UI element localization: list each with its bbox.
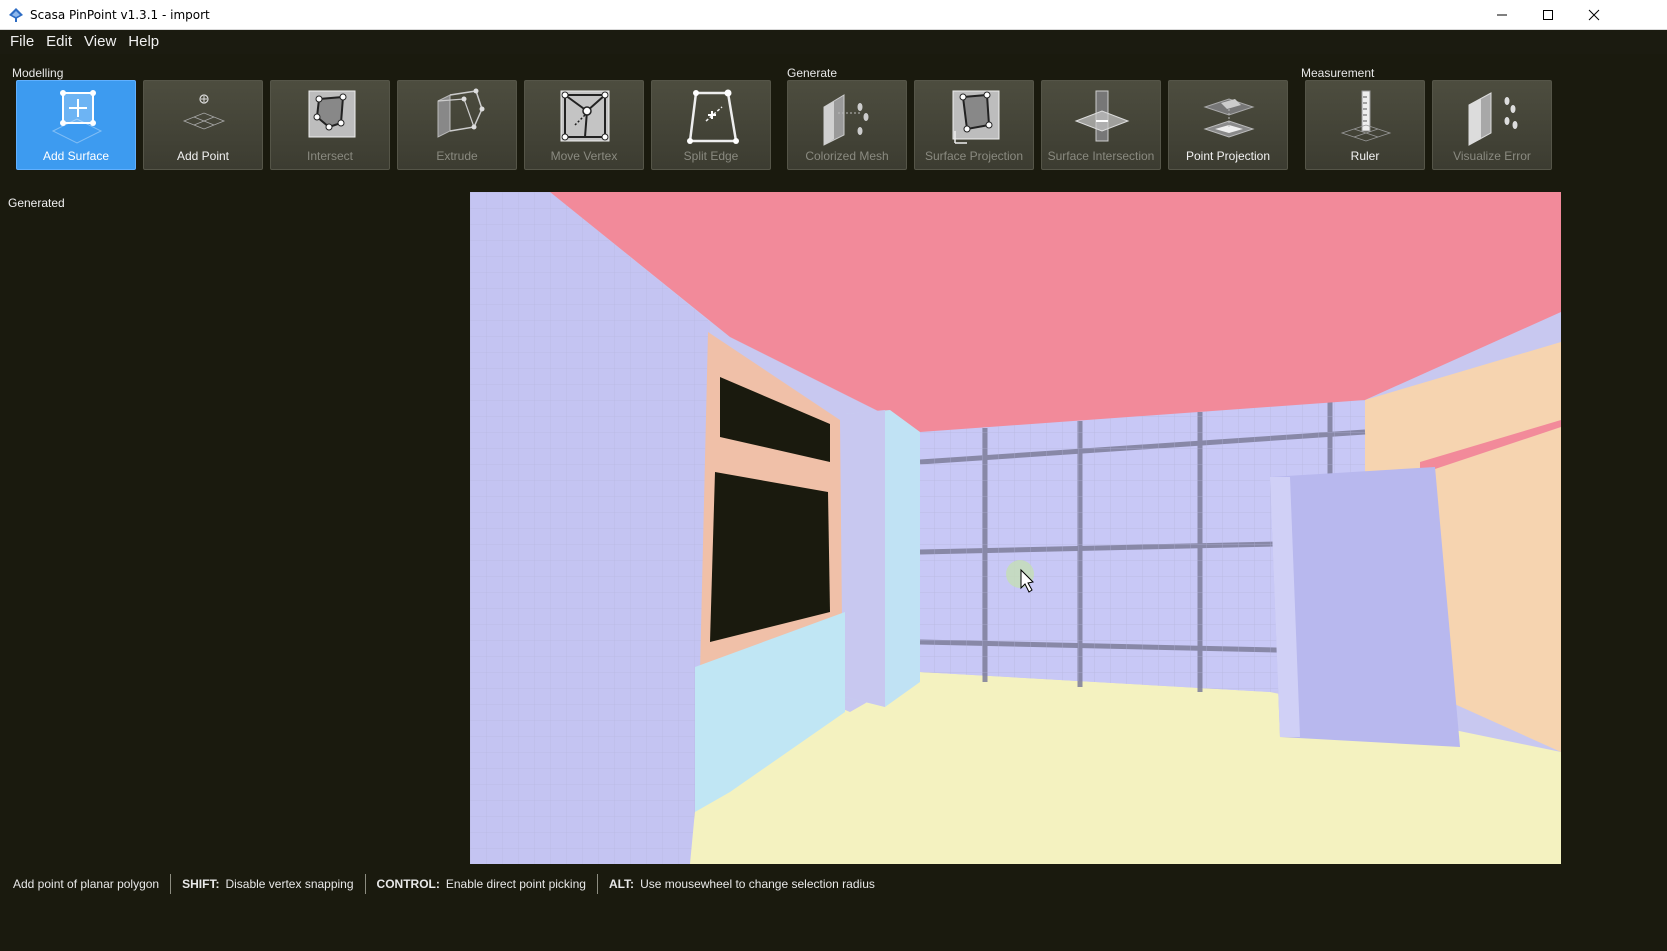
room-scan-render (470, 192, 1561, 864)
generated-panel: Generated (0, 192, 470, 864)
title-bar: Scasa PinPoint v1.3.1 - import (0, 0, 1667, 30)
status-hint: Add point of planar polygon (13, 877, 160, 891)
surface-projection-button[interactable]: Surface Projection (914, 80, 1034, 170)
extrude-button[interactable]: Extrude (397, 80, 517, 170)
colorized-mesh-icon (823, 94, 869, 146)
window-glass-lower (710, 472, 830, 642)
surface-projection-icon (952, 90, 1000, 144)
visualize-error-icon (1468, 92, 1518, 146)
selection-radius-indicator (1006, 560, 1034, 588)
status-shift-text: Disable vertex snapping (225, 877, 354, 891)
menu-view[interactable]: View (78, 30, 122, 54)
add-point-button[interactable]: Add Point (143, 80, 263, 170)
close-icon (1588, 9, 1600, 21)
menu-bar: File Edit View Help (0, 30, 1667, 54)
status-shift-key: SHIFT: (182, 877, 220, 891)
point-projection-icon (1203, 98, 1255, 138)
add-point-icon (182, 94, 226, 130)
menu-help[interactable]: Help (122, 30, 165, 54)
status-control-text: Enable direct point picking (445, 877, 586, 891)
group-label-measurement: Measurement (1301, 66, 1375, 80)
group-label-generate: Generate (787, 66, 838, 80)
move-vertex-icon (560, 90, 610, 142)
menu-edit[interactable]: Edit (40, 30, 78, 54)
close-button[interactable] (1571, 0, 1617, 30)
ruler-label: Ruler (1350, 149, 1380, 163)
status-control-key: CONTROL: (376, 877, 440, 891)
intersect-button[interactable]: Intersect (270, 80, 390, 170)
split-edge-label: Split Edge (683, 149, 739, 163)
minimize-icon (1497, 14, 1507, 16)
group-label-modelling: Modelling (12, 66, 64, 80)
status-control: CONTROL: Enable direct point picking (366, 874, 597, 894)
point-projection-button[interactable]: Point Projection (1168, 80, 1288, 170)
surface-intersection-label: Surface Intersection (1047, 149, 1155, 163)
move-vertex-label: Move Vertex (550, 149, 618, 163)
split-edge-icon (687, 89, 739, 144)
point-projection-label: Point Projection (1185, 149, 1271, 163)
minimize-button[interactable] (1479, 0, 1525, 30)
3d-viewport[interactable] (470, 192, 1561, 864)
maximize-icon (1543, 10, 1553, 20)
colorized-mesh-label: Colorized Mesh (805, 149, 889, 163)
generated-panel-title: Generated (8, 196, 65, 210)
surface-intersection-button[interactable]: Surface Intersection (1041, 80, 1161, 170)
colorized-mesh-button[interactable]: Colorized Mesh (787, 80, 907, 170)
visualize-error-label: Visualize Error (1453, 149, 1531, 163)
window-title: Scasa PinPoint v1.3.1 - import (30, 8, 210, 22)
status-shift: SHIFT: Disable vertex snapping (171, 874, 364, 894)
intersect-label: Intersect (306, 149, 354, 163)
extrude-label: Extrude (436, 149, 478, 163)
add-surface-label: Add Surface (42, 149, 110, 163)
status-bar: Add point of planar polygon SHIFT: Disab… (0, 870, 1667, 898)
status-alt: ALT: Use mousewheel to change selection … (598, 874, 886, 894)
status-alt-key: ALT: (608, 877, 635, 891)
app-logo-icon (9, 8, 23, 22)
move-vertex-button[interactable]: Move Vertex (524, 80, 644, 170)
maximize-button[interactable] (1525, 0, 1571, 30)
visualize-error-button[interactable]: Visualize Error (1432, 80, 1552, 170)
surface-projection-label: Surface Projection (924, 149, 1024, 163)
add-surface-button[interactable]: Add Surface (16, 80, 136, 170)
extrude-icon (437, 88, 485, 138)
ruler-button[interactable]: Ruler (1305, 80, 1425, 170)
add-point-label: Add Point (176, 149, 230, 163)
toolbar: Modelling Generate Measurement Add Surfa… (0, 56, 1667, 176)
menu-file[interactable]: File (4, 30, 40, 54)
split-edge-button[interactable]: Split Edge (651, 80, 771, 170)
intersect-icon (308, 90, 356, 138)
surface-intersection-icon (1074, 90, 1130, 142)
ruler-icon (1340, 90, 1392, 142)
status-alt-text: Use mousewheel to change selection radiu… (640, 877, 875, 891)
add-surface-icon (51, 90, 103, 144)
